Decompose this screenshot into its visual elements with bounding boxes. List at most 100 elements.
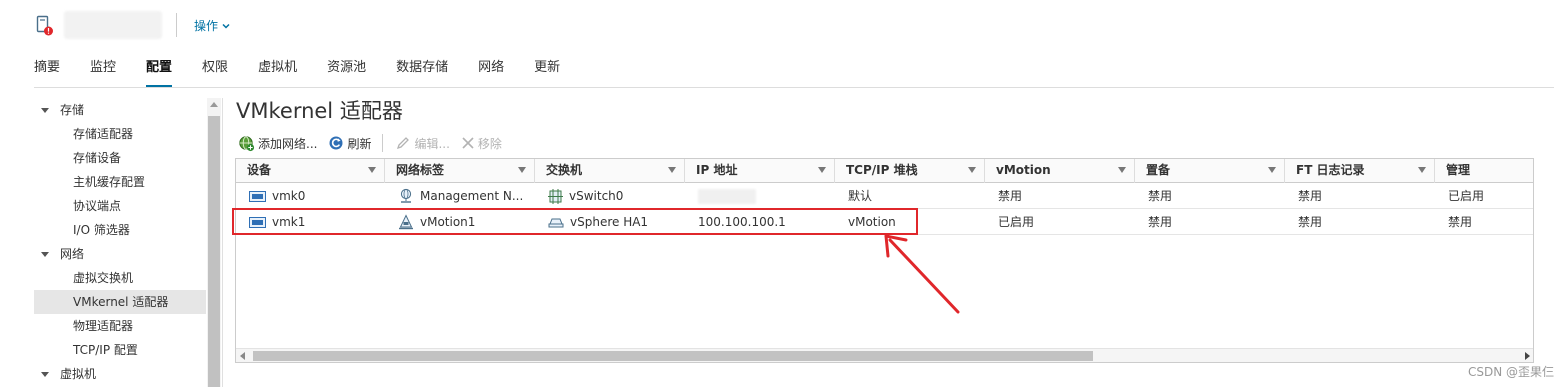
cell-vmotion: 已启用 [998, 215, 1035, 229]
tab-monitor[interactable]: 监控 [90, 58, 116, 88]
management-network-icon [400, 188, 412, 203]
object-tabs: 摘要 监控 配置 权限 虚拟机 资源池 数据存储 网络 更新 [34, 58, 590, 88]
tab-configure[interactable]: 配置 [146, 58, 173, 88]
cell-switch: vSwitch0 [535, 183, 685, 209]
tree-group-label: 存储 [60, 103, 85, 117]
column-header-label: FT 日志记录 [1296, 163, 1365, 177]
distributed-switch-icon [548, 218, 564, 227]
filter-icon[interactable] [1268, 167, 1276, 173]
cell-provisioning: 禁用 [1148, 189, 1173, 203]
scrollbar-thumb[interactable] [253, 351, 1093, 361]
tree-item-storage-devices[interactable]: 存储设备 [34, 146, 206, 170]
watermark: CSDN @歪果仨 [1467, 365, 1554, 379]
tree-scrollbar[interactable] [207, 98, 221, 387]
filter-icon[interactable] [818, 167, 826, 173]
tree-item-vmkernel-adapters[interactable]: VMkernel 适配器 [34, 290, 206, 314]
add-network-icon [239, 135, 255, 151]
tree-item-host-cache[interactable]: 主机缓存配置 [34, 170, 206, 194]
column-header-switch[interactable]: 交换机 [535, 159, 685, 183]
tree-group-label: 虚拟机 [60, 367, 97, 381]
vmkernel-adapters-table: 设备 网络标签 交换机 IP 地址 TCP/IP 堆栈 vMotion 置备 F… [235, 158, 1534, 363]
table-header: 设备 网络标签 交换机 IP 地址 TCP/IP 堆栈 vMotion 置备 F… [236, 159, 1533, 183]
edit-button[interactable]: 编辑... [395, 135, 450, 152]
cell-device: vmk0 [236, 183, 385, 209]
network-label-text: Management N... [420, 189, 524, 203]
host-alert-icon [36, 15, 53, 36]
cell-ft-logging: 禁用 [1298, 215, 1323, 229]
filter-icon[interactable] [668, 167, 676, 173]
host-name-redacted [64, 11, 162, 39]
filter-icon[interactable] [368, 167, 376, 173]
tree-group-networking[interactable]: 网络 [34, 242, 206, 266]
cell-network-label: vMotion1 [385, 209, 535, 235]
column-header-network-label[interactable]: 网络标签 [385, 159, 535, 183]
tree-group-label: 网络 [60, 247, 85, 261]
column-header-management[interactable]: 管理 [1435, 159, 1533, 183]
caret-down-icon[interactable] [41, 372, 49, 377]
column-header-device[interactable]: 设备 [236, 159, 385, 183]
column-header-ft-logging[interactable]: FT 日志记录 [1285, 159, 1435, 183]
table-horizontal-scrollbar[interactable] [236, 348, 1533, 362]
page-title: VMkernel 适配器 [236, 99, 403, 123]
scroll-up-icon[interactable] [210, 102, 218, 107]
scrollbar-thumb[interactable] [208, 116, 220, 387]
tab-datastores[interactable]: 数据存储 [396, 58, 448, 88]
tree-item-io-filters[interactable]: I/O 筛选器 [34, 218, 206, 242]
tab-summary[interactable]: 摘要 [34, 58, 60, 88]
filter-icon[interactable] [1118, 167, 1126, 173]
column-header-label: 设备 [247, 163, 272, 177]
column-header-tcpip-stack[interactable]: TCP/IP 堆栈 [835, 159, 985, 183]
filter-icon[interactable] [518, 167, 526, 173]
cell-tcpip-stack: 默认 [848, 189, 873, 203]
column-header-label: TCP/IP 堆栈 [846, 163, 918, 177]
close-icon [462, 137, 474, 149]
remove-button[interactable]: 移除 [461, 135, 502, 152]
cell-ip-address [685, 183, 835, 209]
vmkernel-nic-icon [249, 216, 266, 228]
table-row[interactable]: vmk0 Management N... vSwitch0 默认 禁用 禁用 禁… [236, 183, 1533, 209]
toolbar-separator [382, 134, 384, 152]
cell-device: vmk1 [236, 209, 385, 235]
add-networking-button[interactable]: 添加网络... [238, 135, 317, 152]
column-header-label: 交换机 [546, 163, 583, 177]
cell-tcpip-stack: vMotion [848, 215, 896, 229]
refresh-button[interactable]: 刷新 [328, 135, 371, 152]
tab-networks[interactable]: 网络 [478, 58, 504, 88]
column-header-provisioning[interactable]: 置备 [1135, 159, 1285, 183]
tree-item-tcpip-config[interactable]: TCP/IP 配置 [34, 338, 206, 362]
remove-label: 移除 [477, 136, 502, 151]
network-label-text: vMotion1 [420, 215, 476, 229]
tab-resource-pools[interactable]: 资源池 [327, 58, 366, 88]
standard-switch-icon [548, 188, 563, 204]
cell-network-label: Management N... [385, 183, 535, 209]
header-divider [176, 13, 177, 37]
refresh-icon [329, 136, 343, 150]
caret-down-icon[interactable] [41, 252, 49, 257]
column-header-vmotion[interactable]: vMotion [985, 159, 1135, 183]
actions-menu-label: 操作 [194, 19, 219, 33]
filter-icon[interactable] [1418, 167, 1426, 173]
tree-item-virtual-switches[interactable]: 虚拟交换机 [34, 266, 206, 290]
pencil-icon [397, 137, 410, 150]
caret-down-icon[interactable] [41, 108, 49, 113]
panel-divider [222, 98, 223, 387]
scroll-right-icon[interactable] [1525, 352, 1530, 360]
scroll-left-icon[interactable] [240, 352, 245, 360]
actions-menu[interactable]: 操作 [194, 17, 230, 34]
tree-item-protocol-endpoints[interactable]: 协议端点 [34, 194, 206, 218]
refresh-label: 刷新 [347, 136, 372, 151]
tab-permissions[interactable]: 权限 [202, 58, 228, 88]
add-networking-label: 添加网络... [258, 136, 318, 151]
tree-group-vms[interactable]: 虚拟机 [34, 362, 206, 386]
column-header-ip-address[interactable]: IP 地址 [685, 159, 835, 183]
column-header-label: 管理 [1446, 163, 1471, 177]
filter-icon[interactable] [968, 167, 976, 173]
device-name: vmk0 [272, 189, 306, 203]
tree-item-storage-adapters[interactable]: 存储适配器 [34, 122, 206, 146]
column-header-label: 置备 [1146, 163, 1171, 177]
tree-item-physical-adapters[interactable]: 物理适配器 [34, 314, 206, 338]
tab-vms[interactable]: 虚拟机 [258, 58, 297, 88]
tree-group-storage[interactable]: 存储 [34, 98, 206, 122]
tab-updates[interactable]: 更新 [534, 58, 560, 88]
table-row[interactable]: vmk1 vMotion1 vSphere HA1 100.100.100.1 … [236, 209, 1533, 235]
